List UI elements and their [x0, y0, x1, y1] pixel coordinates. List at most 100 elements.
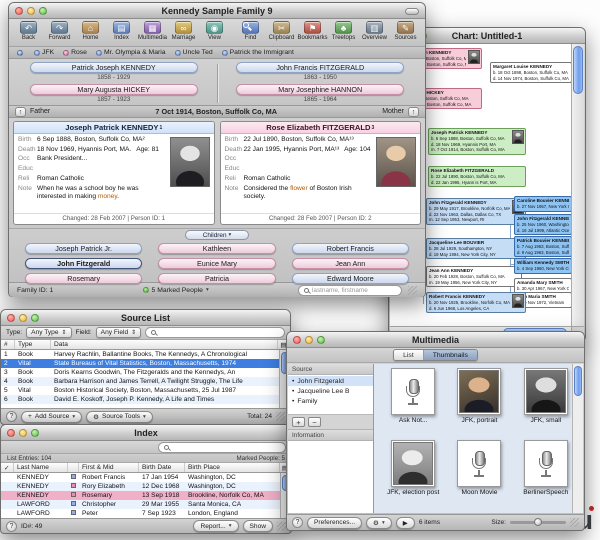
chart-person-box[interactable]: Caroline Bouvier KENNEDY b. 27 Nov 1957,…	[514, 196, 571, 212]
media-item[interactable]: Ask Not...	[382, 368, 444, 440]
minimize-button[interactable]	[305, 336, 313, 344]
column-header-mark[interactable]: ✓	[1, 463, 14, 472]
chart-person-box[interactable]: Patrick Bouvier KENNEDY b. 7 Aug 1963, B…	[514, 236, 571, 257]
resize-grip[interactable]	[276, 412, 285, 421]
minimize-button[interactable]	[19, 429, 27, 437]
bookmark-olympia-maria[interactable]: Mr. Olympia & Maria	[96, 49, 166, 56]
sources-button[interactable]: ✎Sources	[390, 20, 421, 42]
grandfather-button[interactable]: Patrick Joseph KENNEDY	[30, 62, 198, 73]
clipboard-button[interactable]: ✂Clipboard	[266, 20, 297, 42]
source-titlebar[interactable]: Source List	[1, 310, 290, 326]
chart-person-box[interactable]: Jean Ann KENNEDY b. 20 Feb 1928, Boston,…	[426, 266, 522, 287]
source-search-field[interactable]	[145, 327, 285, 338]
tab-thumbnails[interactable]: Thumbnails	[424, 350, 477, 360]
zoom-button[interactable]	[39, 7, 47, 15]
marked-people-menu[interactable]: 5 Marked People▾	[143, 287, 209, 294]
tab-list[interactable]: List	[394, 350, 424, 360]
column-header-lastname[interactable]: Last Name	[14, 463, 68, 472]
index-button[interactable]: ▤Index	[106, 20, 137, 42]
report-button[interactable]: Report...▾	[193, 520, 238, 532]
chart-person-box[interactable]: Joseph Patrick KENNEDY b. 6 Sep 1888, Bo…	[428, 128, 526, 155]
grandmother-button[interactable]: Mary Augusta HICKEY	[30, 84, 198, 95]
find-button[interactable]: Find	[235, 20, 266, 42]
index-row[interactable]: LAWFORDChristopher29 Mar 1955Santa Monic…	[1, 500, 291, 509]
help-button[interactable]: ?	[6, 521, 17, 532]
source-row[interactable]: 3BookDoris Kearns Goodwin, The Fitzgeral…	[1, 368, 290, 377]
preferences-button[interactable]: Preferences...	[307, 517, 362, 529]
child-button[interactable]: Joseph Patrick Jr.	[25, 243, 142, 254]
note-link[interactable]: flower	[290, 185, 308, 192]
help-button[interactable]: ?	[292, 517, 303, 528]
view-button[interactable]: ◉View	[199, 20, 230, 42]
child-button[interactable]: Kathleen	[158, 243, 275, 254]
vertical-scrollbar[interactable]	[572, 364, 583, 513]
bookmarks-menu-icon[interactable]	[17, 50, 23, 56]
home-button[interactable]: ⌂Home	[75, 20, 106, 42]
show-button[interactable]: Show	[243, 520, 274, 532]
child-button-selected[interactable]: John Fitzgerald	[25, 258, 142, 269]
bookmark-rose[interactable]: Rose	[63, 49, 87, 56]
bookmark-patrick-immigrant[interactable]: Patrick the Immigrant	[222, 49, 294, 56]
person-search-field[interactable]	[298, 285, 402, 296]
add-source-button[interactable]: +Add Source▾	[21, 411, 82, 423]
resize-grip[interactable]	[570, 518, 579, 527]
note-link[interactable]: money	[98, 193, 117, 200]
chart-person-box[interactable]: William Kennedy SMITH b. 4 Sep 1960, New…	[514, 258, 571, 274]
close-button[interactable]	[15, 7, 23, 15]
column-header-number[interactable]: #	[1, 340, 15, 349]
multimedia-titlebar[interactable]: Multimedia	[287, 332, 584, 348]
close-button[interactable]	[7, 314, 15, 322]
forward-button[interactable]: ↷Forward	[44, 20, 75, 42]
chart-person-box[interactable]: John Fitzgerald KENNEDY b. 25 Nov 1960, …	[514, 214, 571, 235]
column-header-sex[interactable]	[68, 463, 79, 472]
zoom-button[interactable]	[317, 336, 325, 344]
grandmother-button[interactable]: Mary Josephine HANNON	[236, 84, 404, 95]
thumbnail-size-slider[interactable]	[510, 521, 566, 524]
column-header-birthdate[interactable]: Birth Date	[139, 463, 185, 472]
multimedia-button[interactable]: ▦Multimedia	[137, 20, 168, 42]
search-input[interactable]	[312, 287, 396, 294]
index-row[interactable]: LAWFORDPeter7 Sep 1923London, England	[1, 509, 291, 518]
main-titlebar[interactable]: Kennedy Sample Family 9	[9, 3, 425, 19]
add-button[interactable]: +	[292, 417, 305, 427]
source-tools-button[interactable]: ⚙Source Tools▾	[86, 411, 153, 423]
tools-menu-button[interactable]: ⚙▾	[366, 517, 392, 529]
marriage-button[interactable]: ∞Marriage	[168, 20, 199, 42]
treetops-button[interactable]: ♣Treetops	[328, 20, 359, 42]
child-button[interactable]: Patricia	[158, 273, 275, 284]
media-item[interactable]: Moon Movie	[448, 440, 510, 512]
index-row-selected[interactable]: KENNEDYRosemary13 Sep 1918Brookline, Nor…	[1, 491, 291, 500]
children-disclosure-button[interactable]: Children▾	[185, 230, 249, 240]
child-button[interactable]: Jean Ann	[292, 258, 409, 269]
scrollbar-thumb[interactable]	[573, 46, 583, 94]
overview-button[interactable]: ▥Overview	[359, 20, 390, 42]
child-button[interactable]: Edward Moore	[292, 273, 409, 284]
child-button[interactable]: Rosemary	[25, 273, 142, 284]
source-row[interactable]: 4BookBarbara Harrison and James Terrell,…	[1, 377, 290, 386]
column-header-type[interactable]: Type	[15, 340, 51, 349]
zoom-button[interactable]	[31, 429, 39, 437]
toolbar-toggle-button[interactable]	[405, 8, 419, 15]
chart-person-box[interactable]: Jacqueline Lee BOUVIER b. 28 Jul 1929, S…	[426, 238, 526, 259]
child-button[interactable]: Robert Francis	[292, 243, 409, 254]
media-item[interactable]: JFK, small	[515, 368, 577, 440]
source-item-john-fitzgerald[interactable]: •John Fitzgerald	[288, 376, 373, 386]
mother-up-button[interactable]: ↑	[408, 107, 419, 117]
media-item[interactable]: BerlinerSpeech	[515, 440, 577, 512]
index-titlebar[interactable]: Index	[1, 425, 291, 441]
chart-person-box[interactable]: Rose Elizabeth FITZGERALD b. 22 Jul 1890…	[428, 166, 526, 187]
zoom-button[interactable]	[31, 314, 39, 322]
chart-person-box[interactable]: John Fitzgerald KENNEDY b. 29 May 1917, …	[426, 198, 526, 225]
media-item[interactable]: JFK, election post	[382, 440, 444, 512]
close-button[interactable]	[293, 336, 301, 344]
minimize-button[interactable]	[19, 314, 27, 322]
father-photo[interactable]	[170, 137, 210, 187]
media-item[interactable]: JFK, portrait	[448, 368, 510, 440]
back-button[interactable]: ↶Back	[13, 20, 44, 42]
mother-photo[interactable]	[376, 137, 416, 187]
column-header-data[interactable]: Data	[51, 340, 278, 349]
grandfather-button[interactable]: John Francis FITZGERALD	[236, 62, 404, 73]
source-item-jacqueline[interactable]: •Jacqueline Lee B	[288, 386, 373, 396]
help-button[interactable]: ?	[6, 411, 17, 422]
source-row[interactable]: 1BookHarvey Rachlin, Ballantine Books, T…	[1, 350, 290, 359]
